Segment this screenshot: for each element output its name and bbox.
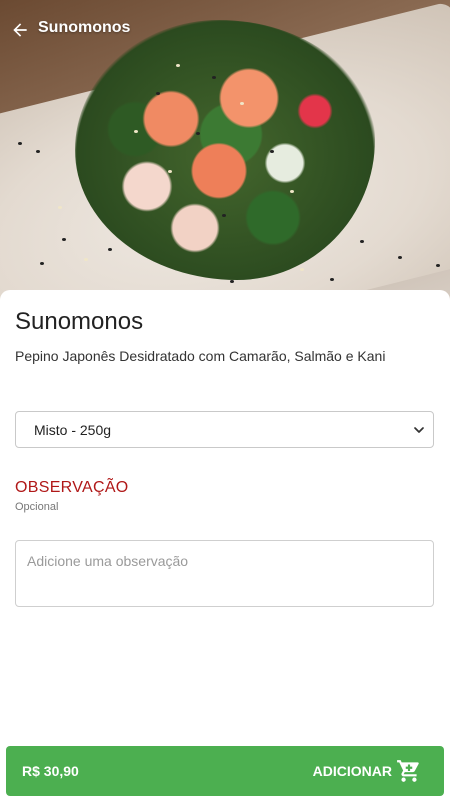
header-title: Sunomonos bbox=[38, 19, 131, 36]
add-label: ADICIONAR bbox=[312, 763, 392, 779]
cart-icon bbox=[397, 760, 419, 782]
variant-select-value: Misto - 250g bbox=[34, 421, 112, 438]
back-button[interactable] bbox=[8, 18, 32, 42]
variant-select[interactable]: Misto - 250g bbox=[15, 411, 434, 448]
observation-input[interactable] bbox=[15, 540, 434, 607]
observation-subtitle: Opcional bbox=[15, 501, 59, 513]
product-details: Sunomonos Pepino Japonês Desidratado com… bbox=[0, 290, 450, 800]
product-image bbox=[0, 0, 450, 300]
chevron-down-icon bbox=[414, 427, 424, 433]
product-description: Pepino Japonês Desidratado com Camarão, … bbox=[15, 348, 386, 364]
observation-title: OBSERVAÇÃO bbox=[15, 479, 129, 496]
price: R$ 30,90 bbox=[22, 763, 79, 779]
product-name: Sunomonos bbox=[15, 308, 144, 335]
add-to-cart-button[interactable]: R$ 30,90 ADICIONAR bbox=[6, 746, 444, 796]
add-action: ADICIONAR bbox=[313, 758, 422, 784]
arrow-left-icon bbox=[13, 23, 27, 37]
